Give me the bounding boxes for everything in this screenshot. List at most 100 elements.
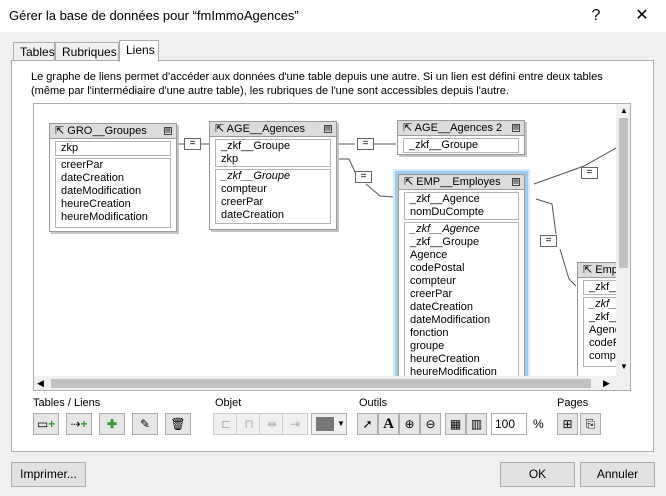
table-occurrence[interactable]: ⇱ AGE__Agences 2 ▤ _zkf__Groupe (397, 120, 525, 155)
align-left-icon: ⊏ (220, 417, 232, 431)
field-item[interactable]: fonction (405, 327, 518, 340)
link-symbol[interactable]: = (184, 138, 201, 150)
edit-button[interactable]: ✎ (132, 413, 158, 435)
tab-liens[interactable]: Liens (119, 40, 159, 62)
key-field[interactable]: _zkf__Groupe (404, 139, 518, 152)
page-setup-icon: ⎘ (585, 417, 596, 431)
chevron-down-icon: ▼ (337, 419, 345, 428)
color-swatch (316, 417, 334, 431)
add-table-button[interactable]: ▭+ (33, 413, 59, 435)
table-occurrence[interactable]: ⇱ EMP__Employes ▤ _zkf__Agence nomDuCompt… (398, 174, 525, 382)
scroll-up-icon[interactable]: ▲ (620, 106, 628, 115)
table-display-button[interactable]: ▥ (466, 413, 487, 435)
field-item[interactable]: creerPar (405, 288, 518, 301)
page-setup-button[interactable]: ⎘ (580, 413, 601, 435)
key-field[interactable]: nomDuCompte (405, 206, 518, 219)
field-item[interactable]: compteur (216, 183, 330, 196)
field-item[interactable]: heureCreation (405, 353, 518, 366)
key-field[interactable]: zkp (216, 153, 330, 166)
scroll-thumb[interactable] (51, 379, 591, 388)
table-name: EMP__Employes (416, 176, 501, 188)
vertical-scrollbar[interactable]: ▲ ▼ (616, 104, 630, 376)
resize-button[interactable]: ⇥ (282, 413, 308, 435)
field-list[interactable]: creerPar dateCreation dateModification h… (55, 158, 171, 228)
section-label-pages: Pages (557, 397, 589, 409)
fit-view-button[interactable]: ▦ (445, 413, 466, 435)
graph-canvas[interactable]: = = = = = ⇱ GRO__Groupes ▤ zkp creerPar d… (34, 104, 630, 382)
close-button[interactable]: ✕ (630, 5, 654, 27)
scroll-right-icon[interactable]: ▶ (603, 378, 610, 389)
horizontal-scrollbar[interactable]: ◀ ▶ (34, 376, 616, 390)
link-symbol[interactable]: = (357, 138, 374, 150)
table-header[interactable]: ⇱ EMP__Employes ▤ (399, 175, 524, 190)
cancel-button[interactable]: Annuler (580, 462, 655, 487)
table-header[interactable]: ⇱ GRO__Groupes ▤ (50, 124, 176, 139)
collapse-icon[interactable]: ▤ (512, 124, 520, 132)
zoom-unit: % (533, 417, 544, 431)
zoom-in-button[interactable]: ⊕ (399, 413, 420, 435)
field-list[interactable]: _zkf__Agence _zkf__Groupe Agence codePos… (404, 222, 519, 382)
field-item[interactable]: heureCreation (56, 198, 170, 211)
align-top-icon: ⊓ (244, 417, 254, 431)
field-item[interactable]: dateCreation (56, 172, 170, 185)
field-item[interactable]: groupe (405, 340, 518, 353)
text-tool-button[interactable]: A (378, 413, 399, 435)
add-link-button[interactable]: ⇢+ (66, 413, 92, 435)
field-item[interactable]: dateCreation (216, 209, 330, 222)
zoom-out-button[interactable]: ⊖ (420, 413, 441, 435)
scroll-left-icon[interactable]: ◀ (37, 378, 44, 389)
table-name: AGE__Agences (226, 123, 305, 135)
link-symbol[interactable]: = (581, 167, 598, 179)
delete-button[interactable]: 🗑 (165, 413, 191, 435)
trash-icon: 🗑 (170, 417, 186, 431)
field-list[interactable]: _zkf__Groupe compteur creerPar dateCreat… (215, 169, 331, 224)
description-text: Le graphe de liens permet d'accéder aux … (31, 71, 603, 97)
zoom-input[interactable]: 100 (491, 413, 527, 435)
pointer-tool-button[interactable]: ➚ (357, 413, 378, 435)
ok-button[interactable]: OK (500, 462, 575, 487)
color-picker[interactable]: ▼ (311, 413, 347, 435)
print-button[interactable]: Imprimer... (11, 462, 86, 487)
table-header[interactable]: ⇱ AGE__Agences 2 ▤ (398, 121, 524, 136)
zoom-in-icon: ⊕ (404, 417, 415, 431)
key-field[interactable]: _zkf__Agence (405, 193, 518, 206)
field-item[interactable]: dateModification (405, 314, 518, 327)
field-item[interactable]: _zkf__Groupe (216, 170, 330, 183)
field-item[interactable]: _zkf__Groupe (405, 236, 518, 249)
key-field[interactable]: _zkf__Groupe (216, 140, 330, 153)
resize-icon: ⇥ (289, 417, 301, 431)
field-item[interactable]: creerPar (216, 196, 330, 209)
field-item[interactable]: creerPar (56, 159, 170, 172)
table-occurrence[interactable]: ⇱ GRO__Groupes ▤ zkp creerPar dateCreatio… (49, 123, 177, 232)
text-tool-icon: A (383, 416, 394, 432)
add-table-icon: ▭+ (36, 417, 56, 431)
link-symbol[interactable]: = (355, 171, 372, 183)
page-breaks-icon: ⊞ (562, 417, 573, 431)
duplicate-button[interactable]: ✚ (99, 413, 125, 435)
field-item[interactable]: Agence (405, 249, 518, 262)
tab-tables[interactable]: Tables (13, 42, 55, 61)
link-symbol[interactable]: = (540, 235, 557, 247)
table-occurrence[interactable]: ⇱ AGE__Agences ▤ _zkf__Groupe zkp _zkf__G… (209, 121, 337, 230)
field-item[interactable]: _zkf__Agence (405, 223, 518, 236)
collapse-icon[interactable]: ▤ (512, 178, 520, 186)
field-item[interactable]: dateCreation (405, 301, 518, 314)
field-item[interactable]: codePostal (405, 262, 518, 275)
table-header[interactable]: ⇱ AGE__Agences ▤ (210, 122, 336, 137)
pointer-icon: ➚ (362, 417, 373, 431)
section-label-tools: Outils (359, 397, 388, 409)
window-title: Gérer la base de données pour “fmImmoAge… (9, 8, 299, 23)
scroll-thumb[interactable] (619, 118, 628, 268)
collapse-icon[interactable]: ▤ (324, 125, 332, 133)
page-breaks-button[interactable]: ⊞ (557, 413, 578, 435)
distribute-horizontal-icon: ⇹ (266, 417, 278, 431)
tab-rubriques[interactable]: Rubriques (55, 42, 119, 61)
relationship-graph[interactable]: = = = = = ⇱ GRO__Groupes ▤ zkp creerPar d… (33, 103, 631, 391)
field-item[interactable]: compteur (405, 275, 518, 288)
field-item[interactable]: heureModification (56, 211, 170, 224)
collapse-icon[interactable]: ▤ (164, 127, 172, 135)
help-button[interactable]: ? (584, 5, 608, 27)
field-item[interactable]: dateModification (56, 185, 170, 198)
key-field[interactable]: zkp (56, 142, 170, 155)
scroll-down-icon[interactable]: ▼ (620, 362, 628, 371)
